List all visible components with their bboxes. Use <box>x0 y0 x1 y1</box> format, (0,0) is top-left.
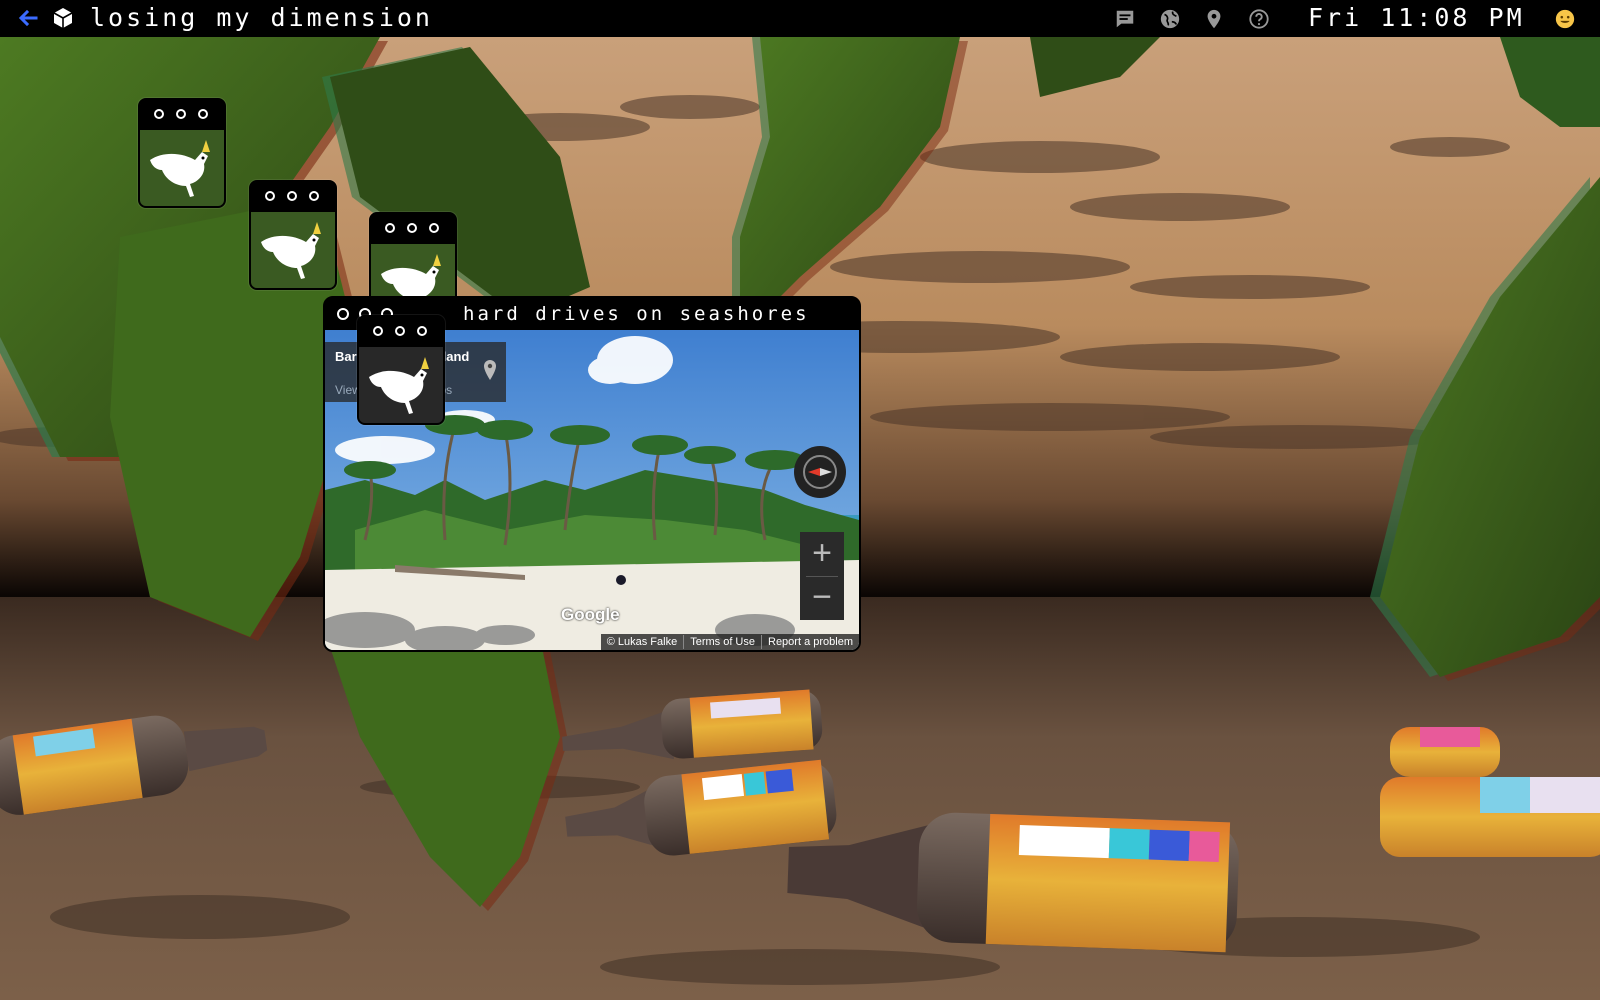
window-dot-button[interactable] <box>309 191 319 201</box>
mini-window-titlebar[interactable] <box>371 214 455 244</box>
zoom-control: + − <box>800 532 844 620</box>
window-dot-button[interactable] <box>287 191 297 201</box>
window-dot-button[interactable] <box>176 109 186 119</box>
clock: Fri 11:08 PM <box>1308 3 1525 32</box>
cockatoo-icon <box>261 222 321 279</box>
mini-window[interactable] <box>357 315 445 425</box>
back-arrow-icon[interactable] <box>16 6 40 30</box>
map-pin-icon[interactable] <box>483 360 497 380</box>
window-dot-button[interactable] <box>337 308 349 320</box>
copyright-text: © Lukas Falke <box>606 636 678 648</box>
smiley-icon[interactable] <box>1554 8 1576 30</box>
mini-window[interactable] <box>249 180 337 290</box>
window-dot-button[interactable] <box>265 191 275 201</box>
top-bar: losing my dimension Fri 11:08 PM <box>0 0 1600 37</box>
mini-window-titlebar[interactable] <box>251 182 335 212</box>
report-problem-link[interactable]: Report a problem <box>761 635 859 649</box>
mini-window-titlebar[interactable] <box>359 317 443 347</box>
window-dot-button[interactable] <box>395 326 405 336</box>
mini-window-content <box>251 212 335 288</box>
mini-window[interactable] <box>138 98 226 208</box>
mini-window-content <box>359 347 443 423</box>
window-dot-button[interactable] <box>154 109 164 119</box>
window-title: hard drives on seashores <box>463 303 810 325</box>
attribution-bar: © Lukas Falke Terms of Use Report a prob… <box>600 634 859 650</box>
zoom-in-button[interactable]: + <box>800 532 844 576</box>
help-icon[interactable] <box>1248 8 1270 30</box>
cockatoo-icon <box>369 357 429 414</box>
compass-control[interactable] <box>794 446 846 498</box>
window-dot-button[interactable] <box>407 223 417 233</box>
zoom-out-button[interactable]: − <box>800 576 844 620</box>
map-pin-icon[interactable] <box>1203 8 1225 30</box>
mini-window-titlebar[interactable] <box>140 100 224 130</box>
terms-link[interactable]: Terms of Use <box>683 635 761 649</box>
cockatoo-icon <box>150 140 210 197</box>
cube-icon[interactable] <box>51 6 75 30</box>
globe-icon[interactable] <box>1159 8 1181 30</box>
chat-icon[interactable] <box>1114 8 1136 30</box>
google-logo: Google <box>561 605 620 624</box>
window-dot-button[interactable] <box>417 326 427 336</box>
compass-icon <box>803 455 837 489</box>
window-dot-button[interactable] <box>373 326 383 336</box>
window-dot-button[interactable] <box>198 109 208 119</box>
mini-window-content <box>140 130 224 206</box>
page-title: losing my dimension <box>90 3 433 32</box>
window-dot-button[interactable] <box>429 223 439 233</box>
window-dot-button[interactable] <box>385 223 395 233</box>
